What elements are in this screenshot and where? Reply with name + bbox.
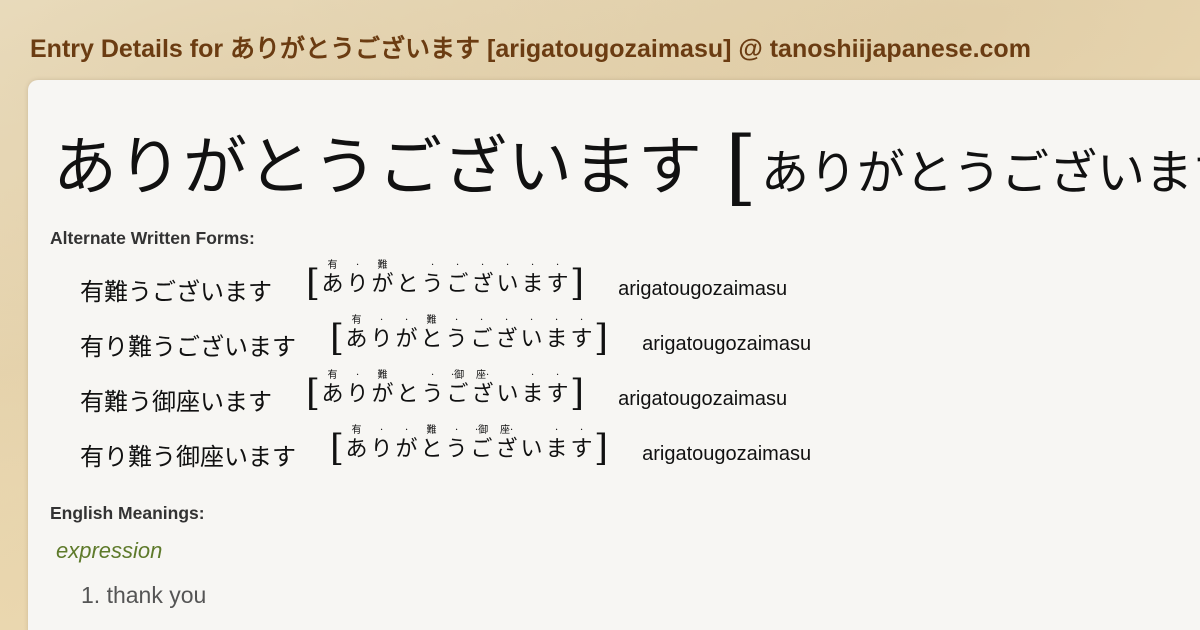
bracket-open: [ [306,373,321,414]
kana-row: ありがとうございます [345,437,593,462]
alternate-form-row: 有難う御座います [ 有 · 難 · ·御 座· · · ありがとうございます ] ariga… [80,368,1180,423]
furigana-row: 有 · · 難 · ·御 座· · · [351,425,584,436]
part-of-speech: expression [56,538,163,563]
kana-row: ありがとうございます [345,327,593,352]
form-romaji: arigatougozaimasu [642,443,812,465]
furigana-row: 有 · · 難 · · · · · · [351,315,584,326]
headword: ありがとうございます [ありがとうございます [53,116,1200,219]
form-kanji: 有り難う御座います [80,443,296,471]
furigana-row: 有 · 難 · ·御 座· · · [327,370,560,381]
headword-kana: ありがとうございます [53,131,703,205]
ruby-block: 有 · · 難 · ·御 座· · · ありがとうございます [344,423,594,463]
bracket-open: [ [306,263,321,304]
headword-reading: ありがとうございます [761,145,1200,201]
furigana-row: 有 · 難 · · · · · · [327,260,560,271]
ruby-block: 有 · 難 · · · · · · ありがとうございます [320,258,570,298]
alternate-form-row: 有難うございます [ 有 · 難 · · · · · · ありがとうございます ] arigat… [80,258,1180,313]
ruby-block: 有 · · 難 · · · · · · ありがとうございます [344,313,594,353]
ruby-block: 有 · 難 · ·御 座· · · ありがとうございます [320,368,570,408]
form-furigana-reading: [ 有 · 難 · · · · · · ありがとうございます ] [306,258,584,302]
kana-row: ありがとうございます [321,272,569,297]
form-furigana-reading: [ 有 · 難 · ·御 座· · · ありがとうございます ] [306,368,584,412]
alternate-forms-list: 有難うございます [ 有 · 難 · · · · · · ありがとうございます ] arigat… [80,258,1180,478]
page-title: Entry Details for ありがとうございます [arigatougo… [30,35,1031,63]
form-romaji: arigatougozaimasu [618,388,788,410]
bracket-close: ] [570,373,585,414]
form-furigana-reading: [ 有 · · 難 · · · · · · ありがとうございます ] [330,313,608,357]
form-kanji: 有り難うございます [80,333,296,361]
alternate-forms-label: Alternate Written Forms: [50,228,255,248]
bracket-close: ] [594,428,609,469]
form-furigana-reading: [ 有 · · 難 · ·御 座· · · ありがとうございます ] [330,423,608,467]
form-kanji: 有難う御座います [80,388,272,416]
entry-card: ありがとうございます [ありがとうございます Alternate Written … [28,80,1200,630]
form-romaji: arigatougozaimasu [642,333,812,355]
english-meanings-label: English Meanings: [50,503,205,523]
bracket-open: [ [330,318,345,359]
bracket-close: ] [570,263,585,304]
form-romaji: arigatougozaimasu [618,278,788,300]
reading-bracket-open: [ [725,120,757,215]
kana-row: ありがとうございます [321,382,569,407]
alternate-form-row: 有り難う御座います [ 有 · · 難 · ·御 座· · · ありがとうございます ] ari… [80,423,1180,478]
form-kanji: 有難うございます [80,278,272,306]
bracket-close: ] [594,318,609,359]
bracket-open: [ [330,428,345,469]
alternate-form-row: 有り難うございます [ 有 · · 難 · · · · · · ありがとうございます ] arig… [80,313,1180,368]
meaning-item: 1. thank you [81,582,207,608]
